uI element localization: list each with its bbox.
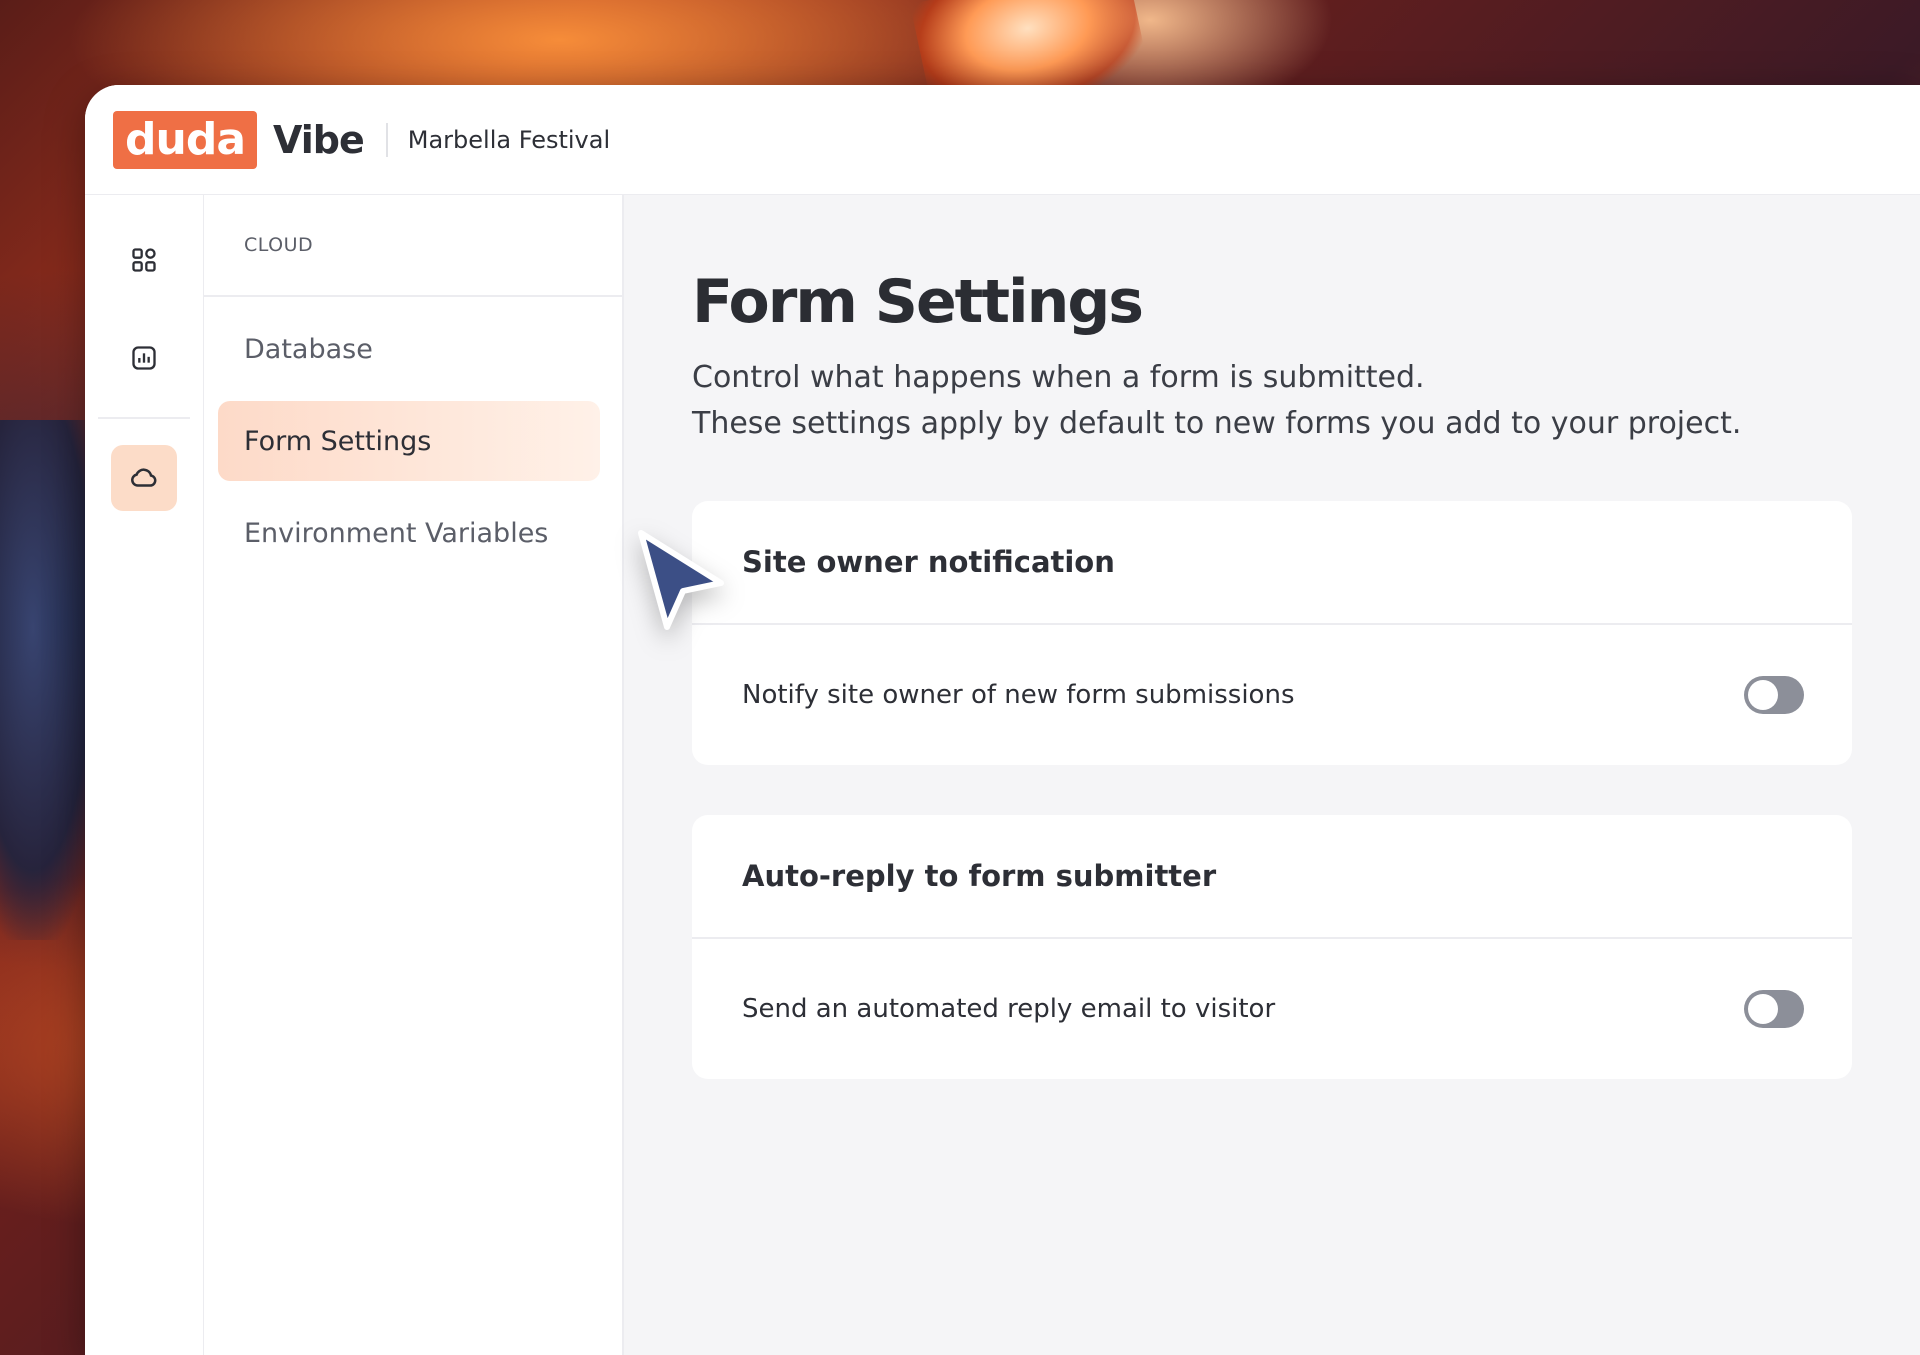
setting-label: Notify site owner of new form submission… bbox=[742, 680, 1295, 710]
notify-owner-toggle[interactable] bbox=[1744, 676, 1804, 714]
top-bar: duda Vibe Marbella Festival bbox=[85, 85, 1920, 195]
icon-rail bbox=[85, 195, 204, 1355]
rail-cloud-button[interactable] bbox=[111, 445, 177, 511]
project-name: Marbella Festival bbox=[407, 125, 611, 154]
rail-separator bbox=[98, 417, 190, 419]
card-title: Auto-reply to form submitter bbox=[692, 815, 1852, 939]
nav-item-database[interactable]: Database bbox=[218, 309, 600, 389]
page-description-line-1: Control what happens when a form is subm… bbox=[692, 360, 1425, 395]
duda-logo[interactable]: duda bbox=[113, 110, 258, 169]
cloud-icon bbox=[131, 468, 157, 487]
header-divider bbox=[385, 122, 388, 157]
rail-dashboard-button[interactable] bbox=[111, 227, 177, 293]
app-window: duda Vibe Marbella Festival CLOUD Databa… bbox=[85, 85, 1920, 1355]
nav-item-environment-variables[interactable]: Environment Variables bbox=[218, 493, 600, 573]
cloud-nav: CLOUD Database Form Settings Environment… bbox=[204, 195, 624, 1355]
analytics-chart-icon bbox=[132, 346, 156, 370]
product-name: Vibe bbox=[273, 117, 365, 162]
auto-reply-toggle[interactable] bbox=[1744, 990, 1804, 1028]
auto-reply-card: Auto-reply to form submitter Send an aut… bbox=[692, 815, 1852, 1079]
nav-section-title: CLOUD bbox=[204, 195, 622, 297]
page-description: Control what happens when a form is subm… bbox=[692, 355, 1852, 447]
page-title: Form Settings bbox=[692, 267, 1144, 337]
app-body: CLOUD Database Form Settings Environment… bbox=[85, 195, 1920, 1355]
page-description-line-2: These settings apply by default to new f… bbox=[692, 406, 1742, 441]
setting-row: Send an automated reply email to visitor bbox=[692, 939, 1852, 1079]
nav-item-form-settings[interactable]: Form Settings bbox=[218, 401, 600, 481]
rail-analytics-button[interactable] bbox=[111, 325, 177, 391]
card-title: Site owner notification bbox=[692, 501, 1852, 625]
main-content: Form Settings Control what happens when … bbox=[624, 195, 1920, 1355]
site-owner-notification-card: Site owner notification Notify site owne… bbox=[692, 501, 1852, 765]
dashboard-grid-icon bbox=[132, 248, 156, 272]
setting-row: Notify site owner of new form submission… bbox=[692, 625, 1852, 765]
mouse-pointer-icon bbox=[638, 530, 724, 630]
setting-label: Send an automated reply email to visitor bbox=[742, 994, 1276, 1024]
